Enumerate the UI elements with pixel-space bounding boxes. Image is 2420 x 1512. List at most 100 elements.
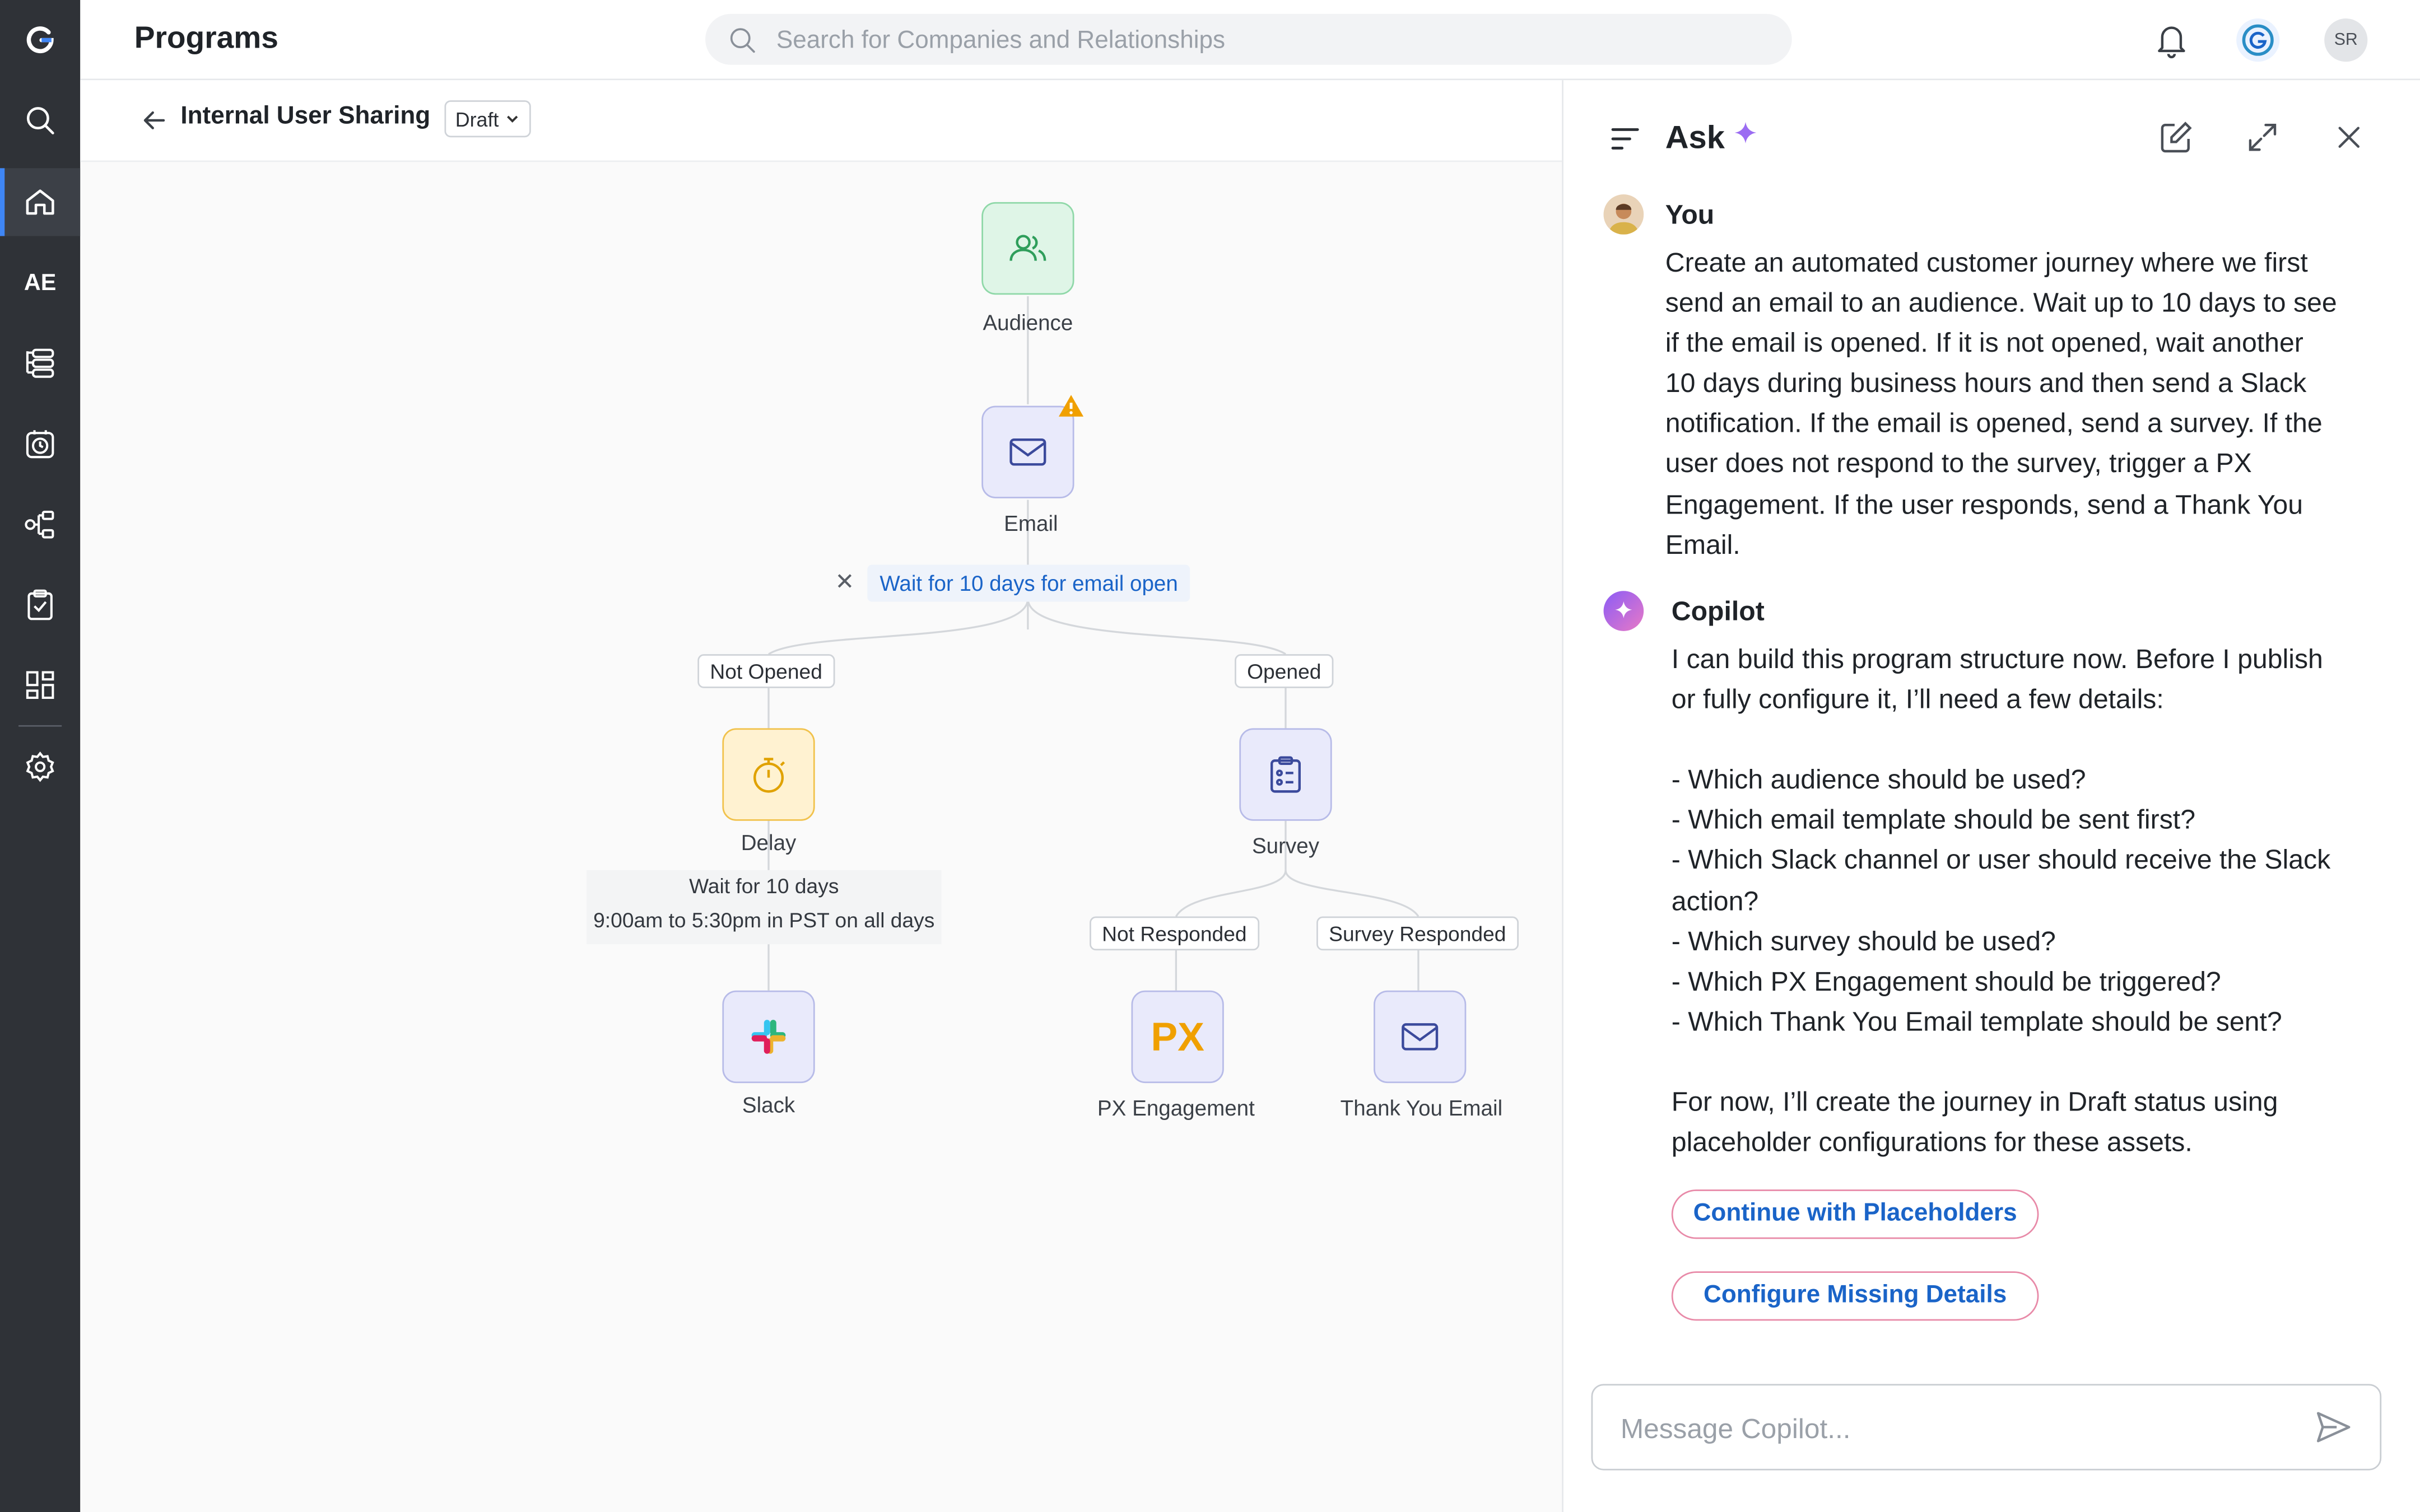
copilot-message-line: - Which audience should be used? [1671, 764, 2086, 795]
user-message-line: Engagement. If the user responds, send a… [1665, 488, 2303, 520]
user-sender-name: You [1665, 199, 1715, 230]
bell-icon[interactable] [2153, 20, 2190, 60]
user-message-line: 10 days during business hours and then s… [1665, 367, 2307, 399]
user-message-line: Create an automated customer journey whe… [1665, 246, 2308, 278]
users-icon [1009, 235, 1046, 261]
rail-timeline[interactable] [0, 410, 80, 478]
warning-icon[interactable] [1057, 394, 1085, 418]
person-photo-icon [1603, 194, 1644, 235]
send-icon[interactable] [2315, 1410, 2352, 1444]
search-input[interactable] [773, 13, 1767, 68]
thank-you-email-node[interactable] [1374, 990, 1467, 1084]
copilot-avatar [1603, 591, 1644, 631]
user-message-line: notification. If the email is opened, se… [1665, 408, 2323, 439]
stopwatch-icon [753, 758, 785, 793]
left-nav-rail: AE [0, 0, 81, 1512]
survey-responded-branch[interactable]: Survey Responded [1316, 916, 1519, 951]
g-logo-icon [2242, 24, 2274, 56]
copilot-message-line: - Which Thank You Email template should … [1671, 1005, 2282, 1037]
envelope-icon [1402, 1023, 1439, 1051]
delay-window: 9:00am to 5:30pm in PST on all days [593, 908, 935, 932]
envelope-icon [1009, 438, 1046, 466]
copilot-message-line: - Which survey should be used? [1671, 925, 2056, 956]
sparkle-icon [1615, 601, 1632, 618]
copilot-message-line: action? [1671, 885, 1759, 916]
list-icon [26, 348, 54, 378]
copilot-message-line: - Which PX Engagement should be triggere… [1671, 965, 2221, 997]
wait-condition-chip[interactable]: Wait for 10 days for email open [867, 564, 1190, 602]
not-opened-branch[interactable]: Not Opened [697, 654, 835, 688]
user-message-line: send an email to an audience. Wait up to… [1665, 287, 2337, 318]
search-icon [26, 107, 54, 134]
page-title: Programs [134, 21, 278, 56]
slack-node[interactable] [722, 990, 815, 1084]
continue-with-placeholders-button[interactable]: Continue with Placeholders [1671, 1189, 2039, 1239]
rail-divider [18, 725, 62, 727]
rail-ae[interactable]: AE [0, 249, 80, 316]
user-message-line: Email. [1665, 529, 1740, 560]
calendar-clock-icon [26, 430, 54, 459]
survey-node[interactable] [1239, 728, 1332, 821]
rail-settings[interactable] [0, 733, 80, 801]
slack-label: Slack [742, 1092, 795, 1117]
clipboard-check-icon [27, 589, 53, 620]
survey-label: Survey [1251, 833, 1320, 858]
panel-title: Ask [1665, 120, 1760, 157]
copilot-message-line [1672, 719, 2397, 759]
copilot-message-line: For now, I’ll create the journey in Draf… [1671, 1086, 2278, 1117]
user-message-line: user does not respond to the survey, tri… [1665, 448, 2252, 479]
sparkle-icon [1735, 122, 1757, 144]
ae-label: AE [24, 269, 57, 296]
assistant-avatar[interactable] [2236, 18, 2280, 62]
email-label: Email [1004, 510, 1058, 536]
user-avatar-photo [1603, 194, 1644, 235]
opened-branch[interactable]: Opened [1235, 654, 1334, 688]
survey-clipboard-icon [1270, 756, 1301, 793]
expand-icon[interactable] [2244, 119, 2281, 156]
copilot-message-line: or fully configure it, I’ll need a few d… [1671, 683, 2164, 715]
rail-lists[interactable] [0, 329, 80, 396]
px-icon: PX [1151, 1012, 1204, 1060]
delay-details: Wait for 10 days 9:00am to 5:30pm in PST… [586, 870, 942, 945]
close-icon[interactable] [2330, 119, 2367, 156]
copilot-message-line: I can build this program structure now. … [1671, 643, 2323, 674]
copilot-panel: Ask You Create an automated customer jou… [1562, 80, 2420, 1512]
menu-sort-icon[interactable] [1607, 120, 1644, 157]
dashboard-icon [26, 671, 54, 699]
logo-icon [26, 26, 54, 54]
global-search[interactable] [705, 13, 1792, 68]
home-icon [26, 189, 54, 215]
gainsight-logo[interactable] [0, 6, 80, 74]
rail-dashboards[interactable] [0, 651, 80, 719]
gear-icon [26, 752, 54, 782]
flow-connectors [767, 296, 1420, 991]
remove-condition-icon[interactable]: ✕ [835, 568, 855, 596]
copilot-message-line: - Which email template should be sent fi… [1671, 804, 2196, 836]
panel-title-text: Ask [1665, 120, 1725, 156]
delay-label: Delay [741, 830, 797, 855]
rail-home[interactable] [0, 168, 81, 236]
not-responded-branch[interactable]: Not Responded [1090, 916, 1259, 951]
thank-you-email-label: Thank You Email [1340, 1095, 1503, 1121]
px-engagement-node[interactable]: PX [1131, 990, 1224, 1084]
message-input[interactable] [1617, 1385, 2303, 1472]
audience-node[interactable] [981, 202, 1074, 295]
audience-label: Audience [983, 310, 1073, 335]
top-bar: Programs SR [80, 0, 2420, 81]
copilot-message-line: - Which Slack channel or user should rec… [1671, 844, 2331, 876]
copilot-message-line [1672, 1042, 2397, 1082]
rail-journey[interactable] [0, 491, 80, 558]
email-node[interactable] [981, 405, 1074, 498]
rail-search[interactable] [0, 86, 80, 154]
journey-canvas[interactable]: Internal User Sharing Draft Audience Ema… [80, 80, 1562, 1512]
delay-node[interactable] [722, 728, 815, 821]
message-composer[interactable] [1591, 1384, 2382, 1472]
new-chat-edit-icon[interactable] [2158, 119, 2195, 156]
search-icon [730, 28, 755, 53]
configure-missing-details-button[interactable]: Configure Missing Details [1671, 1271, 2039, 1321]
copilot-message: I can build this program structure now. … [1672, 639, 2397, 1163]
slack-icon [751, 1020, 786, 1054]
rail-tasks[interactable] [0, 571, 80, 638]
delay-duration: Wait for 10 days [689, 875, 839, 898]
user-avatar[interactable]: SR [2324, 18, 2368, 62]
